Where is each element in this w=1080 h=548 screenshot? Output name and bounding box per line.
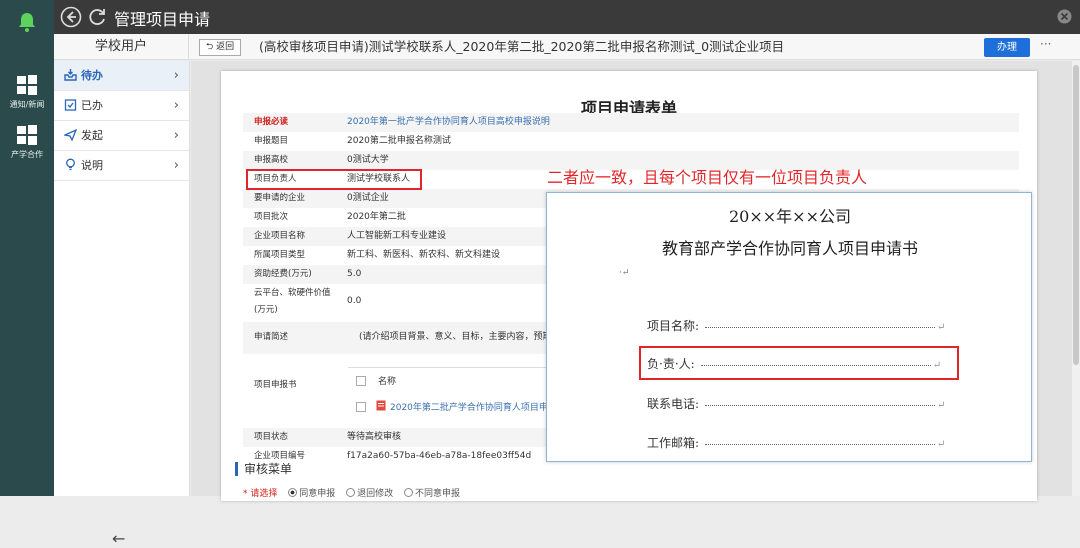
- menu-item-todo[interactable]: 待办 ›: [54, 61, 189, 91]
- doc-leader-highlight-box: [639, 346, 959, 380]
- doc-field: 联系电话: ↵: [647, 395, 945, 412]
- pdf-icon: [376, 400, 386, 414]
- row-value: 2020第二批申报名称测试: [347, 136, 451, 146]
- return-arrow-icon: ⮌: [206, 42, 214, 52]
- windows-icon: [17, 125, 37, 145]
- paragraph-mark: ↵: [937, 322, 946, 333]
- more-menu-icon[interactable]: ···: [1040, 37, 1051, 51]
- paragraph-mark: ↵: [937, 439, 946, 450]
- radio-label: 不同意申报: [415, 489, 461, 499]
- send-icon: [64, 128, 77, 141]
- annotation-note: 二者应一致，且每个项目仅有一位项目负责人: [547, 168, 868, 187]
- row-label: 项目状态: [254, 432, 289, 442]
- menu-item-label: 已办: [81, 99, 103, 112]
- left-rail: 通知/新闻 产学合作: [0, 0, 54, 496]
- back-button[interactable]: ⮌ 返回: [199, 39, 242, 56]
- rail-item-cooperation[interactable]: 产学合作: [0, 124, 54, 160]
- leader-highlight-box: [246, 169, 422, 190]
- collapse-arrow-icon[interactable]: ←: [112, 529, 125, 548]
- select-all-checkbox[interactable]: [356, 376, 366, 386]
- breadcrumb: (高校审核项目申请)测试学校联系人_2020年第二批_2020第二批申报名称测试…: [259, 39, 785, 54]
- application-doc-preview: 20××年××公司 教育部产学合作协同育人项目申请书 ·↵ 项目名称: ↵ 负·责…: [546, 192, 1032, 462]
- attachment-list: 名称 2020年第二批产学合作协同育人项目申报: [348, 367, 557, 421]
- radio-label: 退回修改: [357, 489, 394, 499]
- chevron-right-icon: ›: [173, 128, 179, 143]
- doc-mark: ·↵: [619, 268, 630, 278]
- back-circle-icon[interactable]: [60, 6, 82, 28]
- row-value: 新工科、新医科、新农科、新文科建设: [347, 250, 501, 260]
- doc-field-line: [705, 327, 936, 328]
- row-label: 要申请的企业: [254, 193, 306, 203]
- form-row: 申报题目 2020第二批申报名称测试: [243, 132, 1019, 151]
- row-label: 申报题目: [254, 136, 289, 146]
- doc-field: 项目名称: ↵: [647, 317, 945, 334]
- back-button-label: 返回: [216, 42, 235, 52]
- scrollbar-thumb[interactable]: [1073, 65, 1079, 365]
- row-value: 0测试大学: [347, 155, 389, 165]
- close-icon[interactable]: [1057, 9, 1072, 24]
- chevron-right-icon: ›: [173, 158, 179, 173]
- row-label: 企业项目名称: [254, 231, 306, 241]
- doc-title: 教育部产学合作协同育人项目申请书: [661, 239, 918, 258]
- row-label-unit: (万元): [254, 305, 278, 315]
- chevron-right-icon: ›: [173, 68, 179, 83]
- row-value: 5.0: [347, 269, 362, 279]
- guide-link[interactable]: 2020年第一批产学合作协同育人项目高校申报说明: [347, 113, 550, 132]
- radio-group-label: * 请选择: [243, 489, 278, 499]
- menu-item-label: 待办: [81, 69, 103, 82]
- lightbulb-icon: [66, 158, 75, 171]
- menu-item-initiate[interactable]: 发起 ›: [54, 121, 189, 151]
- row-label: 所属项目类型: [254, 250, 306, 260]
- chevron-right-icon: ›: [173, 98, 179, 113]
- side-menu: 待办 › 已办 › 发起 › 说明 › ←: [54, 61, 190, 548]
- paragraph-mark: ↵: [937, 400, 946, 411]
- rail-item-label: 通知/新闻: [9, 100, 45, 109]
- menu-item-label: 说明: [81, 159, 103, 172]
- menu-item-help[interactable]: 说明 ›: [54, 151, 189, 181]
- file-link[interactable]: 2020年第二批产学合作协同育人项目申报: [390, 400, 557, 413]
- doc-field-label: 工作邮箱:: [647, 436, 700, 450]
- row-value: 2020年第二批: [347, 212, 406, 222]
- form-row: 申报必读 2020年第一批产学合作协同育人项目高校申报说明: [243, 113, 1019, 132]
- file-checkbox[interactable]: [356, 402, 366, 412]
- row-value: 0.0: [347, 296, 362, 306]
- row-value: (请介绍项目背景、意义、目标，主要内容，预期成: [359, 332, 561, 342]
- page-title: 管理项目申请: [114, 10, 211, 29]
- radio-label: 同意申报: [299, 489, 336, 499]
- doc-field-line: [705, 444, 936, 445]
- review-radio-group: * 请选择 同意申报 退回修改 不同意申报: [243, 486, 460, 499]
- doc-field-label: 联系电话:: [647, 397, 700, 411]
- rail-item-news[interactable]: 通知/新闻: [0, 74, 54, 110]
- row-label: 申请简述: [254, 332, 289, 342]
- bell-icon[interactable]: [15, 10, 39, 34]
- row-label: 资助经费(万元): [254, 269, 312, 279]
- refresh-icon[interactable]: [86, 6, 108, 28]
- inbox-icon: [64, 69, 77, 81]
- user-role: 学校用户: [54, 34, 189, 60]
- windows-icon: [17, 75, 37, 95]
- doc-company-line: 20××年××公司: [729, 207, 851, 226]
- section-heading: 审核菜单: [235, 462, 292, 476]
- menu-item-done[interactable]: 已办 ›: [54, 91, 189, 121]
- row-value: 人工智能新工科专业建设: [347, 231, 447, 241]
- clipboard-check-icon: [64, 99, 77, 111]
- sub-bar: 学校用户 ⮌ 返回 (高校审核项目申请)测试学校联系人_2020年第二批_202…: [54, 34, 1080, 60]
- row-value: 0测试企业: [347, 193, 389, 203]
- row-label: 项目申报书: [254, 380, 297, 390]
- status-value: 等待高校审核: [347, 432, 402, 442]
- scrollbar[interactable]: [1072, 61, 1080, 496]
- top-bar: 管理项目申请: [54, 0, 1080, 34]
- row-label: 申报高校: [254, 155, 289, 165]
- row-label: 申报必读: [254, 117, 289, 127]
- row-label: 项目批次: [254, 212, 289, 222]
- project-id-value: f17a2a60-57ba-46eb-a78a-18fee03ff54d: [347, 451, 532, 461]
- handle-button[interactable]: 办理: [984, 38, 1030, 57]
- rail-item-label: 产学合作: [11, 150, 43, 159]
- menu-item-label: 发起: [81, 129, 103, 142]
- doc-field-label: 项目名称:: [647, 319, 700, 333]
- doc-field-line: [705, 405, 936, 406]
- file-column-header: 名称: [378, 377, 397, 387]
- doc-field: 工作邮箱: ↵: [647, 434, 945, 451]
